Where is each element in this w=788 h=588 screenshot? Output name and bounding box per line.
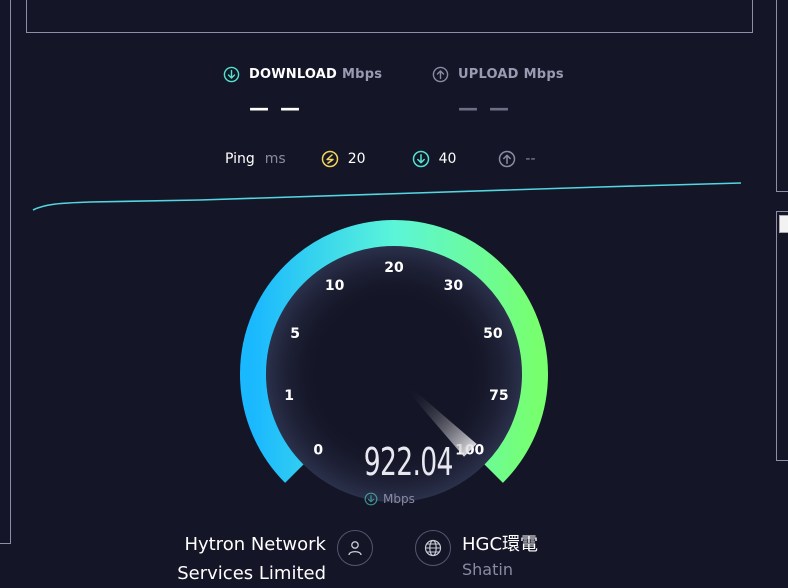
ping-unit: ms: [264, 151, 286, 167]
gauge-tick-label: 10: [325, 278, 345, 294]
download-latency-icon: [412, 150, 429, 168]
current-speed-value: 922.04: [363, 440, 454, 484]
idle-latency-icon: [321, 150, 338, 168]
gauge-tick-label: 20: [384, 260, 404, 276]
upload-latency-icon: [499, 150, 516, 168]
download-header: DOWNLOAD Mbps: [223, 66, 382, 83]
current-speed-unit: Mbps: [383, 492, 415, 506]
download-unit: Mbps: [342, 67, 383, 82]
upload-header: UPLOAD Mbps: [432, 66, 564, 83]
left-panel-frame: [0, 0, 11, 544]
user-icon: [348, 541, 362, 556]
gauge-tick-label: 5: [290, 326, 300, 342]
current-speed-unit-row: Mbps: [364, 492, 415, 506]
download-arrow-icon: [364, 492, 378, 506]
ping-label: Ping: [225, 151, 255, 167]
provider-name: Hytron Network Services Limited: [150, 530, 326, 588]
upload-arrow-icon: [432, 66, 449, 83]
download-value: — —: [249, 96, 302, 120]
server-name[interactable]: HGC環電: [462, 530, 538, 556]
right-panel-frame: [776, 0, 788, 192]
provider-name-line2: Services Limited: [177, 563, 326, 584]
side-ad-frame[interactable]: [776, 211, 788, 461]
gauge-tick-label: 30: [444, 278, 464, 294]
provider-name-line1: Hytron Network: [184, 534, 326, 555]
ping-upload-value: --: [525, 151, 536, 167]
download-arrow-icon: [223, 66, 240, 83]
gauge-tick-label: 75: [489, 388, 508, 404]
change-server-button[interactable]: [415, 530, 451, 566]
top-ad-frame: [26, 0, 753, 33]
ping-row: Ping ms 20 40 --: [225, 150, 536, 168]
upload-label: UPLOAD: [458, 67, 519, 82]
upload-unit: Mbps: [523, 67, 564, 82]
ping-download-value: 40: [438, 151, 457, 167]
gauge-tick-label: 50: [483, 326, 503, 342]
download-label: DOWNLOAD: [249, 67, 338, 82]
globe-icon: [424, 539, 442, 557]
gauge-tick-label: 0: [313, 443, 323, 459]
gauge-tick-label: 1: [284, 388, 294, 404]
upload-value: — —: [458, 96, 511, 120]
server-location: Shatin: [462, 560, 513, 579]
provider-button[interactable]: [337, 530, 373, 566]
ping-idle-value: 20: [347, 151, 366, 167]
